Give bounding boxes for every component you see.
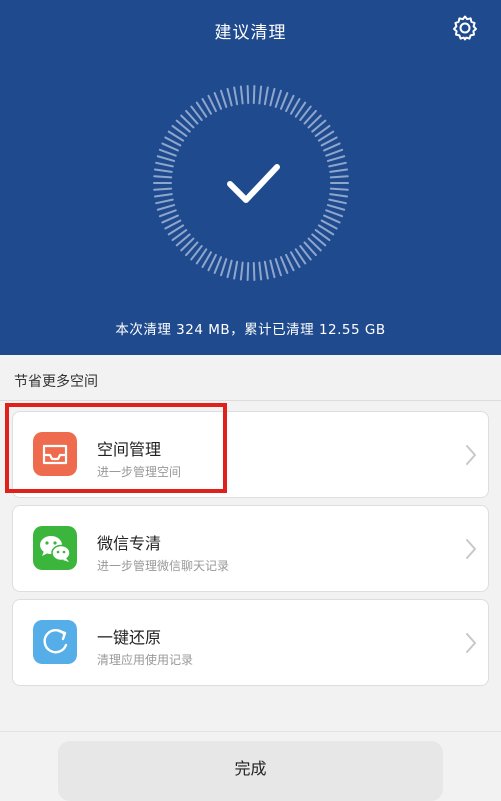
dial-tick [328,161,347,168]
dial-tick [285,94,295,113]
dial-tick [220,89,228,108]
dial-tick [155,198,174,205]
dial-tick [153,187,173,191]
restore-card[interactable]: 一键还原 清理应用使用记录 [12,599,489,686]
checkmark-icon [227,164,280,203]
dial-tick [153,193,173,198]
dial-tick [158,148,177,157]
restore-icon [33,620,77,664]
dial-tick [155,161,174,168]
highlight-box [5,403,227,493]
dial-tick [207,253,217,272]
dial-tick [246,85,250,105]
done-button[interactable]: 完成 [58,741,443,801]
dial-tick [252,261,256,281]
dial-tick [161,214,179,224]
dial-tick [325,148,344,157]
dial-tick [233,260,239,280]
dial-tick [156,155,176,162]
header: 建议清理 本次清理 324 MB，累计已清理 12.55 GB [0,0,501,355]
dial-tick [279,92,289,110]
dial-tick [263,86,269,106]
chevron-right-icon [466,539,476,559]
dial-tick [269,87,276,107]
dial-tick [156,204,176,211]
dial-tick [220,258,228,277]
gear-icon[interactable] [451,14,479,42]
dial-tick [258,261,263,281]
section-label: 节省更多空间 [14,374,98,390]
dial-tick [239,85,244,105]
dial-tick [226,87,233,107]
dial-tick [329,193,349,198]
divider [0,400,501,401]
dial-tick [274,258,282,277]
dial-tick [274,89,282,108]
dial-tick [164,136,182,147]
dial-tick [263,260,269,280]
clean-summary: 本次清理 324 MB，累计已清理 12.55 GB [115,322,386,338]
dial-tick [153,175,173,179]
chevron-right-icon [466,445,476,465]
dial-tick [207,94,217,113]
dial-tick [164,219,182,230]
dial-tick [153,168,173,173]
dial-tick [161,142,179,152]
clean-complete-dial [153,85,349,281]
dial-tick [213,256,223,274]
dial-tick [246,261,250,281]
dial-tick [329,187,349,191]
dial-tick [226,259,233,279]
dial-tick [239,261,244,281]
chevron-right-icon [466,633,476,653]
item-description: 进一步管理微信聊天记录 [97,559,230,573]
dial-tick [325,209,344,218]
wechat-clean-card[interactable]: 微信专清 进一步管理微信聊天记录 [12,505,489,592]
dial-tick [158,209,177,218]
item-name: 一键还原 [97,628,162,647]
dial-tick [323,142,341,152]
dial-tick [320,136,338,147]
dial-tick [323,214,341,224]
footer-divider [0,731,501,732]
dial-tick [213,92,223,110]
wechat-icon [33,526,77,570]
item-description: 清理应用使用记录 [97,653,194,667]
item-name: 微信专清 [97,534,162,553]
page-title: 建议清理 [214,23,287,43]
dial-tick [326,204,346,211]
dial-tick [233,86,239,106]
dial-tick [326,155,346,162]
dial-tick [252,85,256,105]
dial-tick [329,175,349,179]
dial-tick [258,85,263,105]
dial-tick [320,219,338,230]
dial-tick [269,259,276,279]
dial-tick [328,198,347,205]
dial-tick [279,256,289,274]
dial-tick [285,253,295,272]
dial-tick [329,168,349,173]
